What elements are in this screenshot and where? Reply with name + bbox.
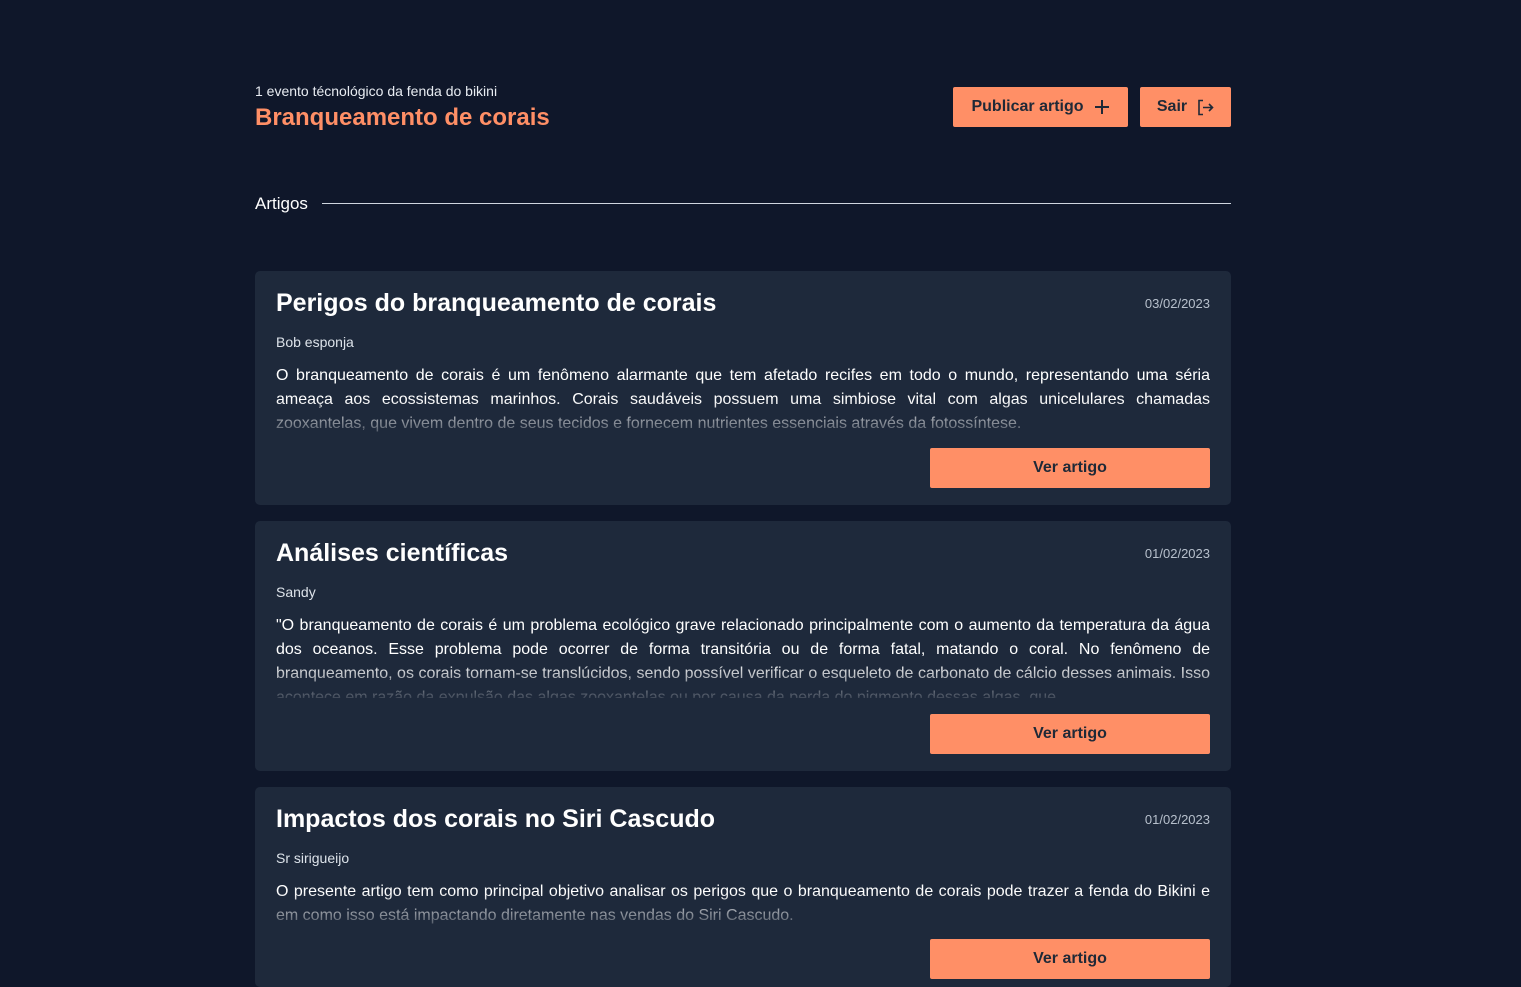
view-article-button[interactable]: Ver artigo xyxy=(930,448,1210,488)
article-card: Impactos dos corais no Siri Cascudo 01/0… xyxy=(255,787,1231,987)
view-article-button[interactable]: Ver artigo xyxy=(930,714,1210,754)
article-date: 01/02/2023 xyxy=(1144,812,1210,827)
article-author: Bob esponja xyxy=(276,334,354,350)
article-title: Perigos do branqueamento de corais xyxy=(276,289,717,317)
section-divider xyxy=(322,203,1231,204)
article-date: 01/02/2023 xyxy=(1144,546,1210,561)
articles-section-header: Artigos xyxy=(255,192,1231,216)
article-excerpt: O presente artigo tem como principal obj… xyxy=(276,880,1210,928)
logout-icon xyxy=(1197,99,1214,116)
view-article-button[interactable]: Ver artigo xyxy=(930,939,1210,979)
article-date: 03/02/2023 xyxy=(1144,296,1210,311)
article-card: Análises científicas 01/02/2023 Sandy "O… xyxy=(255,521,1231,771)
article-excerpt: "O branqueamento de corais é um problema… xyxy=(276,614,1210,698)
article-card: Perigos do branqueamento de corais 03/02… xyxy=(255,271,1231,505)
exit-button[interactable]: Sair xyxy=(1140,87,1231,127)
event-subtitle: 1 evento técnológico da fenda do bikini xyxy=(255,83,498,99)
article-author: Sr sirigueijo xyxy=(276,850,350,866)
exit-label: Sair xyxy=(1156,98,1188,115)
section-title: Artigos xyxy=(255,194,308,213)
plus-icon xyxy=(1094,99,1110,115)
article-excerpt: O branqueamento de corais é um fenômeno … xyxy=(276,364,1210,436)
article-title: Análises científicas xyxy=(276,539,509,567)
publish-article-label: Publicar artigo xyxy=(971,98,1084,115)
event-title: Branqueamento de corais xyxy=(255,104,550,131)
article-author: Sandy xyxy=(276,584,316,600)
publish-article-button[interactable]: Publicar artigo xyxy=(953,87,1128,127)
event-header: 1 evento técnológico da fenda do bikini … xyxy=(255,83,1231,143)
article-title: Impactos dos corais no Siri Cascudo xyxy=(276,805,716,833)
